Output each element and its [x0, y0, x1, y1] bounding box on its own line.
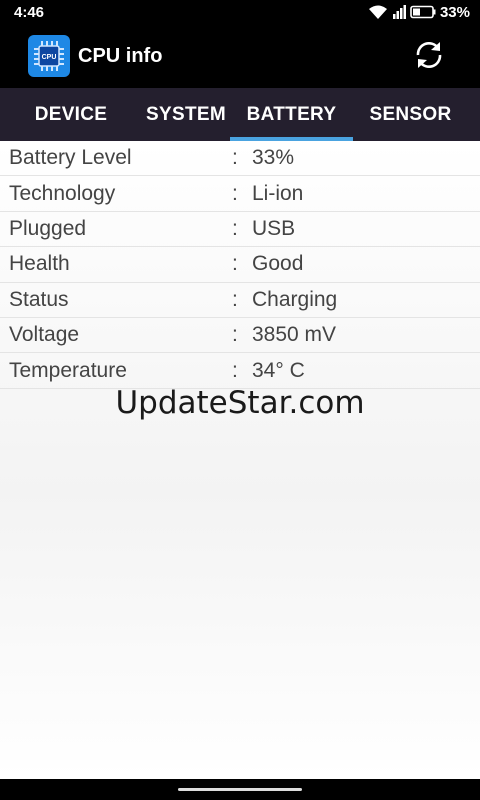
- info-separator: :: [232, 252, 238, 276]
- info-row-plugged: Plugged : USB: [0, 212, 480, 248]
- signal-icon: [392, 5, 406, 19]
- info-separator: :: [232, 323, 238, 347]
- tab-system[interactable]: SYSTEM: [142, 88, 230, 141]
- wifi-icon: [368, 4, 388, 20]
- info-label: Voltage: [9, 323, 80, 347]
- info-row-health: Health : Good: [0, 247, 480, 283]
- info-label: Technology: [9, 181, 116, 205]
- info-row-battery-level: Battery Level : 33%: [0, 141, 480, 177]
- info-label: Battery Level: [9, 146, 132, 170]
- app-icon-text: CPU: [42, 54, 57, 61]
- info-label: Health: [9, 252, 70, 276]
- tab-device[interactable]: DEVICE: [0, 88, 142, 141]
- status-icons: 33%: [368, 4, 470, 21]
- info-value: 33%: [252, 146, 295, 170]
- info-label: Plugged: [9, 216, 87, 240]
- status-bar: 4:46 33%: [0, 0, 480, 24]
- info-separator: :: [232, 181, 238, 205]
- info-separator: :: [232, 287, 238, 311]
- app-title: CPU info: [78, 44, 163, 67]
- info-value: Charging: [252, 287, 338, 311]
- battery-info-panel: Battery Level : 33% Technology : Li-ion …: [0, 141, 480, 779]
- info-separator: :: [232, 358, 238, 382]
- app-bar: CPU CPU info: [0, 24, 480, 88]
- info-separator: :: [232, 146, 238, 170]
- info-label: Temperature: [9, 358, 127, 382]
- cpu-chip-icon: CPU: [28, 35, 70, 77]
- battery-icon: [410, 5, 436, 19]
- info-row-voltage: Voltage : 3850 mV: [0, 318, 480, 354]
- info-value: Li-ion: [252, 181, 304, 205]
- info-label: Status: [9, 287, 69, 311]
- info-value: 34° C: [252, 358, 305, 382]
- refresh-icon: [412, 38, 446, 77]
- watermark: UpdateStar.com: [115, 385, 365, 421]
- info-row-technology: Technology : Li-ion: [0, 176, 480, 212]
- info-row-temperature: Temperature : 34° C: [0, 353, 480, 389]
- navigation-bar: [0, 779, 480, 800]
- info-separator: :: [232, 216, 238, 240]
- tab-battery[interactable]: BATTERY: [230, 88, 353, 141]
- status-time: 4:46: [14, 3, 45, 21]
- info-value: USB: [252, 216, 296, 240]
- battery-percent: 33%: [439, 3, 470, 21]
- home-indicator[interactable]: [178, 788, 302, 791]
- tab-sensor[interactable]: SENSOR: [353, 88, 468, 141]
- info-value: 3850 mV: [252, 323, 337, 347]
- refresh-button[interactable]: [412, 40, 446, 74]
- battery-info-list: Battery Level : 33% Technology : Li-ion …: [0, 141, 480, 389]
- info-row-status: Status : Charging: [0, 283, 480, 318]
- tab-bar: DEVICE SYSTEM BATTERY SENSOR: [0, 88, 480, 141]
- info-value: Good: [252, 252, 304, 276]
